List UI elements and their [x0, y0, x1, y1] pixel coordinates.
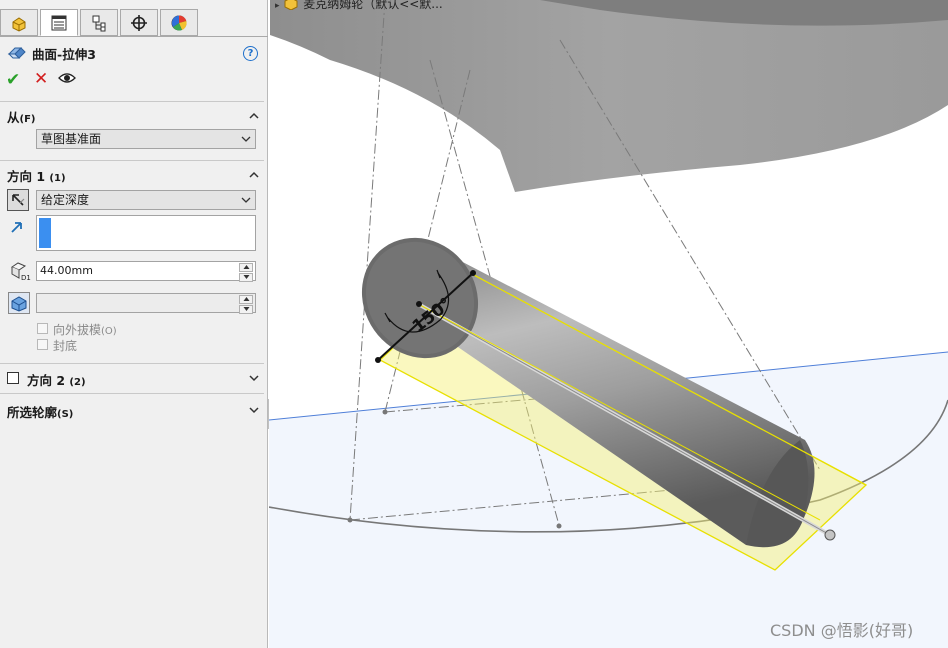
part-icon	[284, 0, 298, 11]
dimension-endpoint	[375, 357, 381, 363]
direction1-section-header[interactable]: 方向 1 (1)	[7, 166, 66, 185]
direction-vector-icon	[10, 220, 24, 237]
separator	[0, 393, 264, 394]
listbox-selection-indicator	[39, 218, 51, 248]
sketch-point	[382, 409, 388, 415]
property-manager-panel: 曲面-拉伸3 ? ✔ ✕ 从(F) 草图基准面 方向 1 (1) 给定深度 D1…	[0, 0, 268, 648]
cap-end-checkbox[interactable]	[37, 339, 48, 350]
depth-spinner[interactable]	[239, 263, 253, 282]
tab-underline	[0, 36, 268, 37]
depth-input[interactable]: 44.00mm	[36, 261, 256, 282]
feature-tree-root-item[interactable]: ▸ 麦克纳姆轮（默认<<默...	[275, 0, 443, 12]
display-manager-icon	[171, 14, 187, 30]
selected-contours-section-header[interactable]: 所选轮廓(S)	[7, 402, 73, 421]
axis-end-point	[824, 529, 836, 541]
tab-configuration-manager[interactable]	[80, 9, 118, 36]
preview-eye-icon[interactable]	[58, 72, 76, 87]
chevron-up-icon[interactable]	[249, 170, 259, 180]
tab-dimxpert-manager[interactable]	[120, 9, 158, 36]
direction-reference-listbox[interactable]	[36, 215, 256, 251]
chevron-down-icon	[241, 136, 251, 142]
extrude-surface-icon	[7, 44, 27, 63]
reverse-direction-button[interactable]	[7, 189, 29, 211]
help-button[interactable]: ?	[243, 46, 258, 61]
feature-title: 曲面-拉伸3	[32, 47, 96, 62]
dimension-endpoint	[470, 270, 476, 276]
from-start-condition-select[interactable]: 草图基准面	[36, 129, 256, 149]
property-manager-icon	[51, 15, 67, 30]
sketch-point	[556, 523, 562, 529]
end-condition-select[interactable]: 给定深度	[36, 190, 256, 210]
watermark-text: CSDN @悟影(好哥)	[770, 621, 914, 640]
separator	[0, 101, 264, 102]
sketch-point	[347, 517, 353, 523]
ok-button[interactable]: ✔	[6, 70, 20, 90]
chevron-down-icon[interactable]	[249, 405, 259, 415]
depth-value: 44.00mm	[40, 264, 93, 277]
configuration-manager-icon	[92, 15, 106, 31]
separator	[0, 160, 264, 161]
from-start-condition-value: 草图基准面	[41, 132, 102, 146]
draft-icon	[11, 296, 27, 312]
crosshair-icon	[131, 14, 147, 31]
svg-text:D1: D1	[21, 274, 31, 281]
chevron-up-icon[interactable]	[249, 111, 259, 121]
chevron-down-icon	[241, 197, 251, 203]
chevron-down-icon[interactable]	[249, 373, 259, 383]
from-section-header[interactable]: 从(F)	[7, 107, 36, 126]
draft-angle-input[interactable]	[36, 293, 256, 314]
draft-outward-checkbox[interactable]	[37, 323, 48, 334]
expand-arrow-icon[interactable]: ▸	[275, 1, 280, 11]
cap-end-label: 封底	[53, 339, 78, 353]
separator	[0, 363, 264, 364]
cancel-button[interactable]: ✕	[34, 69, 48, 89]
tab-feature-manager[interactable]	[0, 9, 38, 36]
graphics-viewport[interactable]: 150°	[269, 0, 948, 648]
dimension-vertex	[416, 301, 422, 307]
direction2-checkbox[interactable]	[7, 372, 19, 384]
depth-dimension-icon: D1	[9, 261, 31, 284]
tab-property-manager[interactable]	[40, 9, 78, 36]
feature-manager-icon	[12, 16, 26, 32]
tab-display-manager[interactable]	[160, 9, 198, 36]
direction2-section-header[interactable]: 方向 2 (2)	[27, 370, 86, 389]
end-condition-value: 给定深度	[41, 193, 90, 207]
draft-outward-label: 向外拔模(O)	[53, 323, 117, 337]
draft-toggle-button[interactable]	[8, 292, 30, 314]
manager-tabs	[0, 9, 268, 37]
draft-angle-spinner[interactable]	[239, 295, 253, 314]
reverse-direction-icon	[12, 194, 25, 206]
root-part-name: 麦克纳姆轮（默认<<默...	[303, 0, 443, 11]
